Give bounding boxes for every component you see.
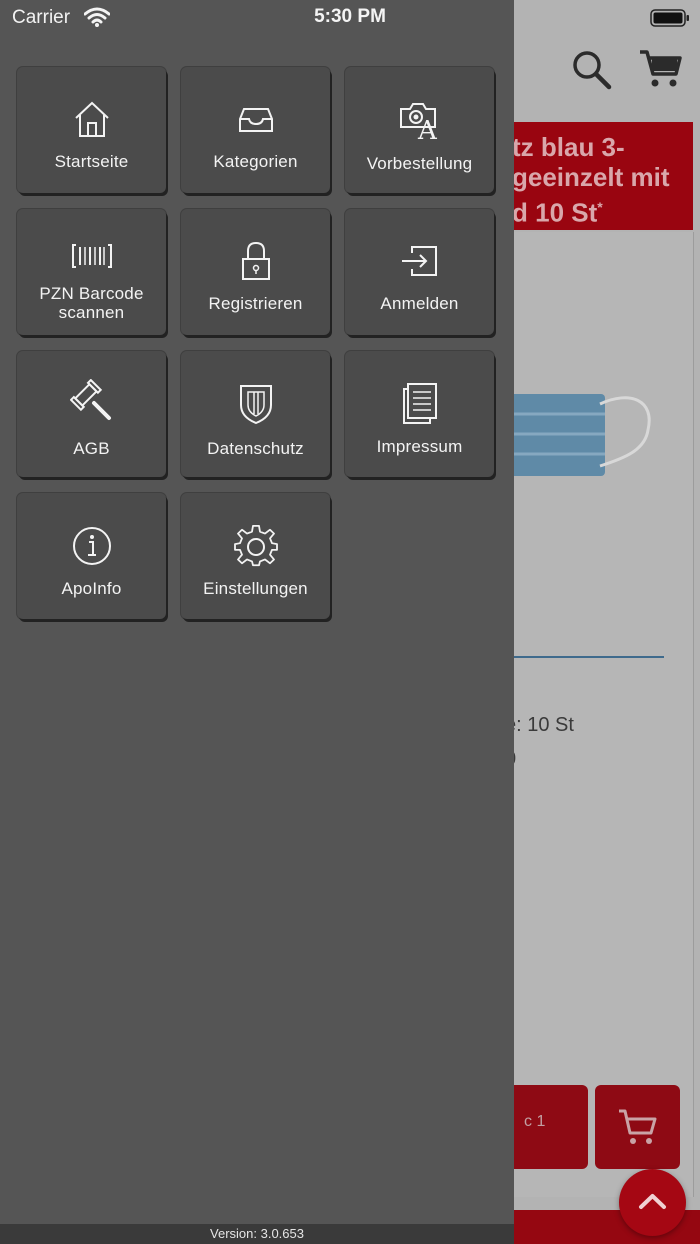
barcode-scan-icon <box>71 244 112 268</box>
menu-label-startseite: Startseite <box>54 152 129 171</box>
navigation-drawer: Startseite Kategorien A Vorbestellung PZ… <box>0 0 514 1244</box>
banner-asterisk: * <box>597 199 603 215</box>
menu-tile-anmelden[interactable]: Anmelden <box>345 209 494 335</box>
lock-icon <box>241 241 270 280</box>
battery-icon <box>650 9 689 27</box>
add-to-cart-button[interactable] <box>595 1085 680 1169</box>
quantity-button-label: c 1 <box>524 1113 546 1130</box>
menu-label-apoinfo: ApoInfo <box>61 579 122 598</box>
status-bar: Carrier 5:30 PM <box>0 0 700 36</box>
info-icon <box>72 527 111 565</box>
banner-line-1: tz blau 3- <box>512 132 625 162</box>
menu-label-kategorien: Kategorien <box>213 152 298 171</box>
menu-label-anmelden: Anmelden <box>380 294 459 313</box>
menu-label-impressum: Impressum <box>376 437 463 456</box>
menu-tile-pzn-barcode[interactable]: PZN Barcode scannen <box>17 209 166 335</box>
menu-label-vorbestellung: Vorbestellung <box>366 154 473 173</box>
gavel-icon <box>69 379 111 420</box>
home-icon <box>74 101 109 137</box>
inbox-icon <box>238 108 273 132</box>
document-icon <box>402 383 437 424</box>
menu-tile-startseite[interactable]: Startseite <box>17 67 166 193</box>
scroll-top-button[interactable] <box>619 1169 686 1236</box>
package-size-text: e: 10 St <box>505 714 574 736</box>
banner-line-3-text: d 10 St <box>512 197 598 228</box>
cart-add-icon <box>619 1109 657 1144</box>
version-label: Version: 3.0.653 <box>0 1224 514 1244</box>
menu-label-agb: AGB <box>73 439 110 458</box>
cart-icon[interactable] <box>638 46 682 90</box>
status-time: 5:30 PM <box>314 6 386 27</box>
search-icon[interactable] <box>570 48 612 90</box>
menu-tile-datenschutz[interactable]: Datenschutz <box>181 351 330 477</box>
menu-label-einstellungen: Einstellungen <box>203 579 308 598</box>
menu-tile-impressum[interactable]: Impressum <box>345 351 494 477</box>
menu-tile-einstellungen[interactable]: Einstellungen <box>181 493 330 619</box>
menu-tile-agb[interactable]: AGB <box>17 351 166 477</box>
menu-tile-vorbestellung[interactable]: A Vorbestellung <box>345 67 494 193</box>
camera-prescription-icon: A <box>399 103 438 141</box>
svg-text:A: A <box>417 116 438 141</box>
product-title-banner: tz blau 3- geeinzelt mit d 10 St* <box>490 122 693 230</box>
divider-line <box>505 656 664 658</box>
menu-label-registrieren: Registrieren <box>208 294 303 313</box>
banner-line-3: d 10 St* <box>512 192 693 228</box>
menu-tile-kategorien[interactable]: Kategorien <box>181 67 330 193</box>
menu-tile-apoinfo[interactable]: ApoInfo <box>17 493 166 619</box>
login-icon <box>401 246 437 276</box>
menu-label-pzn-barcode: PZN Barcode scannen <box>39 284 144 322</box>
gear-icon <box>233 525 278 567</box>
menu-tile-registrieren[interactable]: Registrieren <box>181 209 330 335</box>
banner-line-2: geeinzelt mit <box>512 162 670 192</box>
chevron-up-icon <box>639 1194 666 1209</box>
menu-label-datenschutz: Datenschutz <box>207 439 304 458</box>
shield-icon <box>239 385 272 425</box>
product-image-mask <box>505 394 651 476</box>
